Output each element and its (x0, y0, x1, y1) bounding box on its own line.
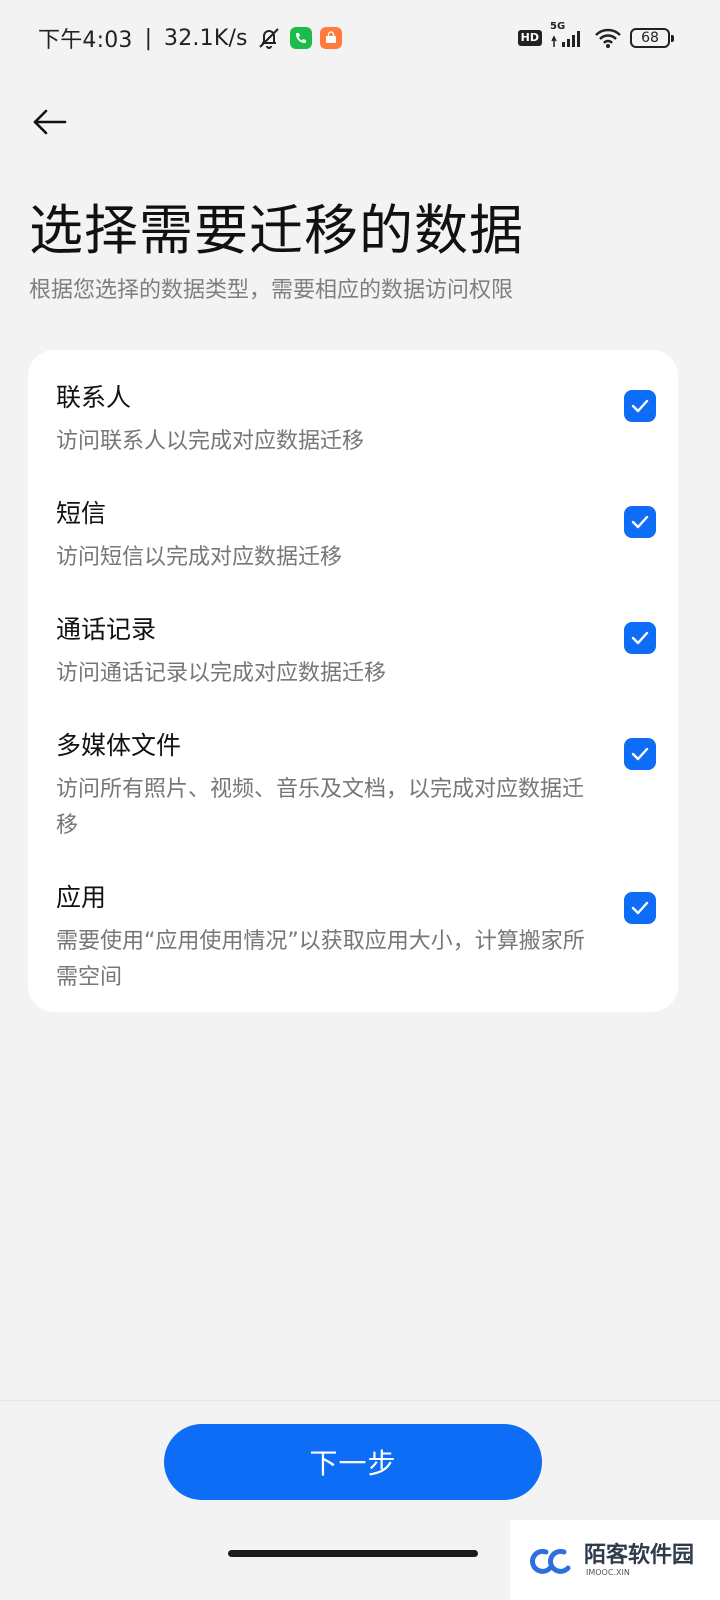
call-log-checkbox[interactable] (624, 622, 656, 654)
apps-checkbox[interactable] (624, 892, 656, 924)
watermark-text: 陌客软件园 IMOOC.XIN (584, 1542, 694, 1578)
status-bar: 下午4:03 | 32.1K/s HD 5G 68 (38, 20, 674, 56)
list-item-apps[interactable]: 应用 需要使用“应用使用情况”以获取应用大小，计算搬家所需空间 (56, 878, 656, 996)
data-type-card: 联系人 访问联系人以完成对应数据迁移 短信 访问短信以完成对应数据迁移 通话记录… (28, 350, 678, 1012)
checkmark-icon (631, 901, 649, 915)
sms-checkbox[interactable] (624, 506, 656, 538)
item-title: 联系人 (56, 383, 132, 412)
contacts-checkbox[interactable] (624, 390, 656, 422)
watermark: 陌客软件园 IMOOC.XIN (510, 1520, 720, 1600)
next-button[interactable]: 下一步 (164, 1424, 542, 1500)
status-time: 下午4:03 (38, 28, 133, 53)
item-description: 访问所有照片、视频、音乐及文档，以完成对应数据迁移 (56, 777, 585, 838)
item-title: 通话记录 (56, 615, 157, 644)
checkmark-icon (631, 515, 649, 529)
list-item-sms[interactable]: 短信 访问短信以完成对应数据迁移 (56, 494, 656, 576)
item-title: 短信 (56, 499, 107, 528)
watermark-logo-icon (530, 1548, 571, 1574)
list-item-call-log[interactable]: 通话记录 访问通话记录以完成对应数据迁移 (56, 610, 656, 692)
back-button[interactable] (30, 104, 70, 140)
signal-icon: 5G (550, 21, 586, 49)
item-description: 需要使用“应用使用情况”以获取应用大小，计算搬家所需空间 (56, 929, 585, 990)
network-speed: 32.1K/s (164, 25, 248, 51)
home-indicator[interactable] (228, 1550, 478, 1557)
status-right: HD 5G 68 (517, 21, 674, 49)
item-title: 应用 (56, 883, 107, 912)
item-description: 访问通话记录以完成对应数据迁移 (56, 661, 387, 686)
wifi-icon (594, 27, 622, 49)
checkmark-icon (631, 631, 649, 645)
item-description: 访问联系人以完成对应数据迁移 (56, 429, 365, 454)
status-left: 下午4:03 | 32.1K/s (38, 22, 342, 54)
battery-icon: 68 (630, 28, 674, 48)
watermark-subtitle: IMOOC.XIN (586, 1568, 630, 1577)
item-title: 多媒体文件 (56, 731, 182, 760)
hd-badge: HD (517, 30, 542, 46)
watermark-title: 陌客软件园 (584, 1542, 695, 1568)
page-subtitle: 根据您选择的数据类型，需要相应的数据访问权限 (29, 278, 514, 303)
network-type: 5G (550, 21, 566, 32)
arrow-left-icon (33, 109, 67, 135)
status-separator: | (144, 25, 153, 51)
media-checkbox[interactable] (624, 738, 656, 770)
checkmark-icon (631, 399, 649, 413)
list-item-contacts[interactable]: 联系人 访问联系人以完成对应数据迁移 (56, 378, 656, 460)
list-item-media[interactable]: 多媒体文件 访问所有照片、视频、音乐及文档，以完成对应数据迁移 (56, 726, 656, 844)
checkmark-icon (631, 747, 649, 761)
phone-app-icon (289, 27, 312, 49)
mute-bell-icon (256, 25, 282, 51)
item-description: 访问短信以完成对应数据迁移 (56, 545, 343, 570)
bottom-divider (0, 1400, 720, 1401)
store-app-icon (319, 27, 342, 49)
page-title: 选择需要迁移的数据 (29, 199, 524, 262)
